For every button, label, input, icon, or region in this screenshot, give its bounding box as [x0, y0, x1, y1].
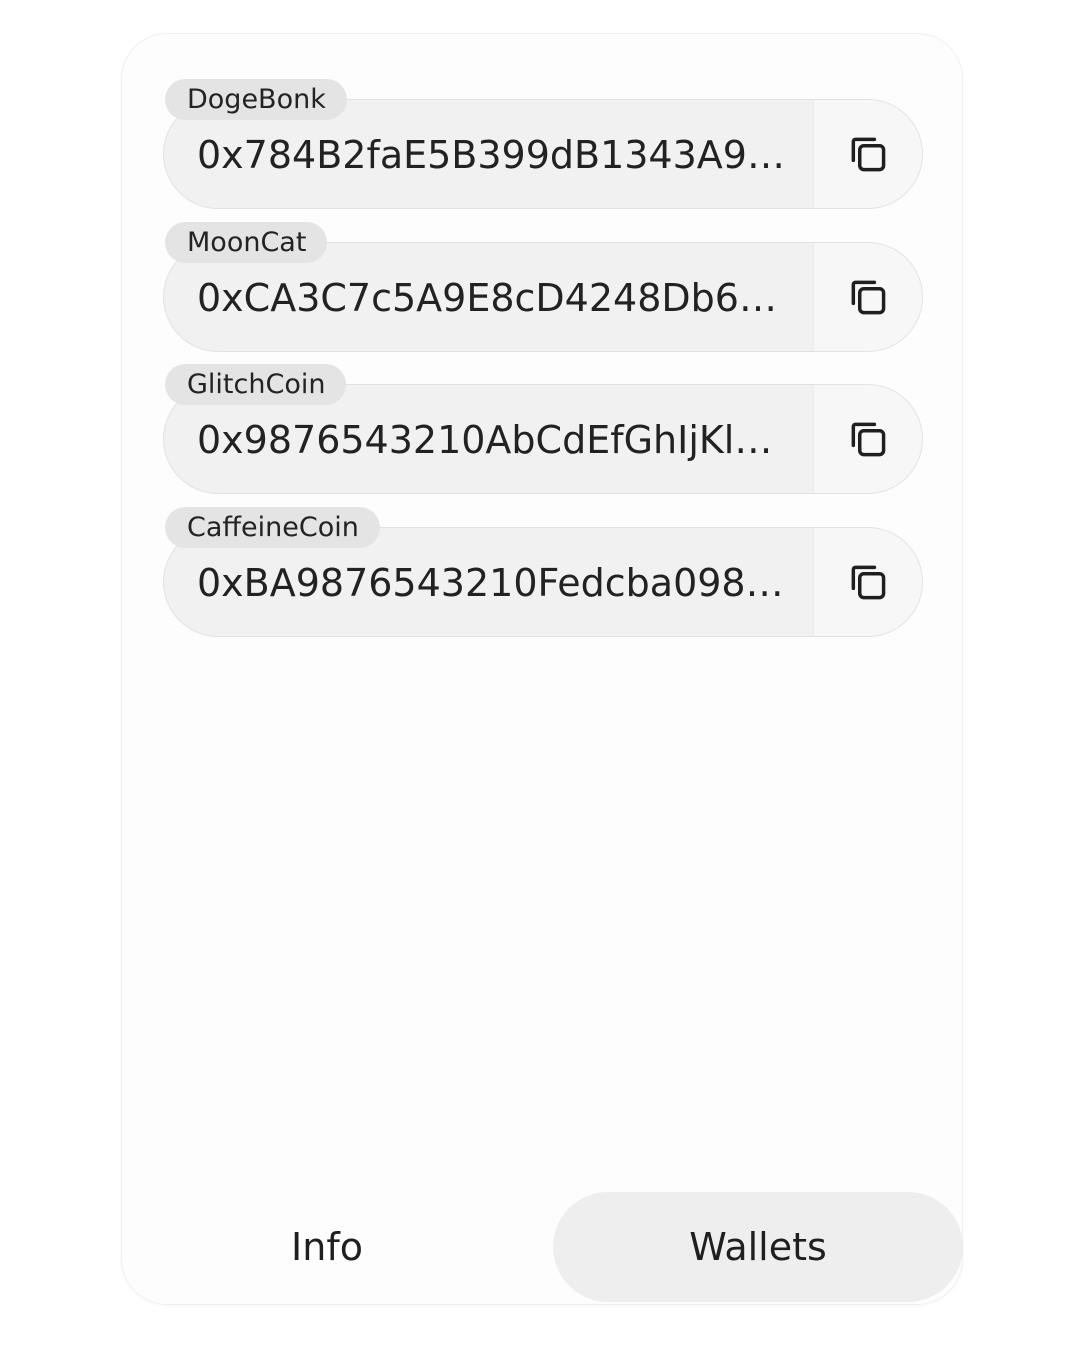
- wallet-item-mooncat: MoonCat 0xCA3C7c5A9E8cD4248Db64...: [163, 221, 923, 365]
- copy-address-button[interactable]: [813, 527, 922, 636]
- wallet-name-tag: GlitchCoin: [165, 364, 347, 405]
- wallet-name-tag: CaffeineCoin: [165, 506, 380, 548]
- copy-icon: [851, 565, 886, 599]
- wallet-item-dogebonk: DogeBonk 0x784B2faE5B399dB1343A98...: [163, 79, 923, 222]
- wallet-item-caffeinecoin: CaffeineCoin 0xBA9876543210Fedcba0987...: [163, 506, 923, 650]
- copy-address-button[interactable]: [813, 242, 922, 351]
- wallet-card: DogeBonk 0x784B2faE5B399dB1343A98... Moo…: [121, 33, 963, 1305]
- copy-icon: [851, 137, 886, 172]
- wallet-name-tag: MoonCat: [165, 221, 328, 263]
- tab-info[interactable]: Info: [122, 1192, 532, 1302]
- copy-icon: [851, 280, 886, 314]
- copy-address-button[interactable]: [813, 100, 922, 208]
- wallet-item-glitchcoin: GlitchCoin 0x9876543210AbCdEfGhIjKlM...: [163, 364, 923, 507]
- wallet-name-tag: DogeBonk: [165, 79, 347, 120]
- copy-address-button[interactable]: [813, 385, 922, 493]
- wallet-list: DogeBonk 0x784B2faE5B399dB1343A98... Moo…: [163, 79, 923, 649]
- bottom-tab-bar: Info Wallets: [122, 1192, 963, 1304]
- copy-icon: [851, 422, 886, 457]
- tab-wallets[interactable]: Wallets: [553, 1192, 963, 1302]
